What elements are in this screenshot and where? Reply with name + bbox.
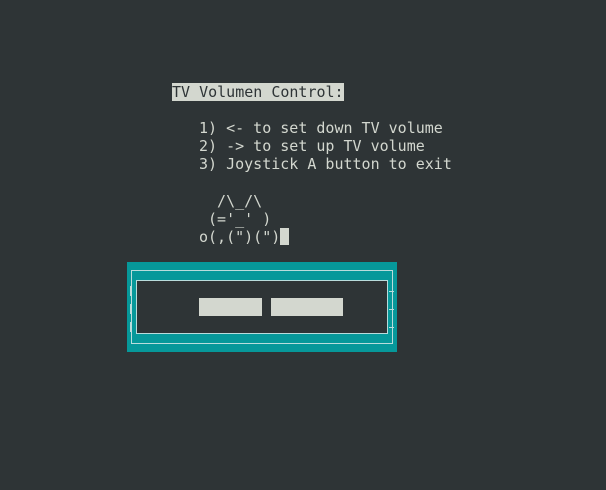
volume-level-block-2 [271,298,343,316]
frame-tick-left-2 [130,304,132,314]
volume-level-block-1 [199,298,262,316]
terminal-title: TV Volumen Control: [172,83,344,101]
volume-bar-track [136,280,388,334]
frame-tick-right-2 [389,309,394,310]
terminal-cursor [280,228,290,245]
ascii-cat-ears: /\_/\ [199,192,263,210]
volume-widget [127,262,397,352]
frame-tick-right-3 [389,327,394,328]
frame-tick-left-3 [130,322,132,332]
instruction-line-3: 3) Joystick A button to exit [199,155,452,173]
ascii-cat-face: (='_' ) [199,210,272,228]
ascii-cat-paws-row: o(,(")(") [199,228,290,246]
instruction-line-2: 2) -> to set up TV volume [199,137,425,155]
ascii-cat-paws: o(,(")(") [199,228,281,246]
frame-tick-right-1 [389,291,394,292]
frame-tick-left-1 [130,286,132,296]
instruction-line-1: 1) <- to set down TV volume [199,119,443,137]
